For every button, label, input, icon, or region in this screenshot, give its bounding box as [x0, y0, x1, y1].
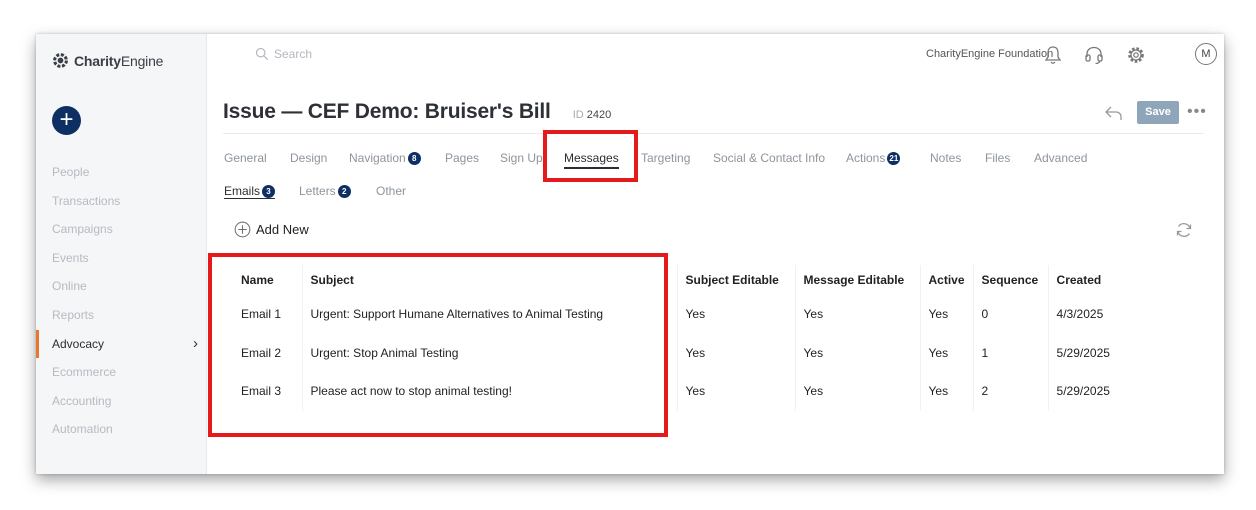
tab-actions[interactable]: Actions 21 — [846, 151, 901, 165]
tab-notes[interactable]: Notes — [930, 151, 961, 165]
created-date: 5/29/2025 — [1056, 345, 1110, 360]
tab-pages[interactable]: Pages — [445, 151, 479, 165]
record-id: ID 2420 — [572, 109, 612, 121]
search-icon — [255, 47, 269, 61]
tab-general[interactable]: General — [224, 151, 267, 165]
tab-files[interactable]: Files — [985, 151, 1010, 165]
divider — [223, 133, 1204, 134]
sidebar-item-reports[interactable]: Reports — [36, 301, 207, 330]
tab-sign-up[interactable]: Sign Up — [500, 151, 543, 165]
tab-advanced[interactable]: Advanced — [1034, 151, 1087, 165]
sequence-value: 0 — [973, 295, 1049, 334]
column-header-message-editable[interactable]: Message Editable — [795, 265, 921, 295]
add-new-label: Add New — [256, 222, 309, 237]
top-bar: Search CharityEngine Foundation M — [207, 34, 1224, 78]
email-name-link[interactable]: Email 1 — [233, 295, 303, 334]
sidebar-item-advocacy[interactable]: Advocacy › — [36, 329, 207, 359]
message-editable-value: Yes — [795, 372, 921, 411]
subtab-letters[interactable]: Letters 2 — [299, 184, 351, 198]
page-header: Issue — CEF Demo: Bruiser's Bill ID 2420 — [223, 100, 611, 124]
active-value: Yes — [920, 333, 974, 372]
org-name[interactable]: CharityEngine Foundation — [926, 48, 1053, 60]
back-arrow-icon[interactable] — [1104, 104, 1124, 122]
gear-logo-icon — [53, 53, 68, 68]
column-header-subject-editable[interactable]: Subject Editable — [677, 265, 796, 295]
column-header-name[interactable]: Name — [233, 265, 303, 295]
active-value: Yes — [920, 372, 974, 411]
column-header-subject[interactable]: Subject — [302, 265, 678, 295]
bell-icon[interactable] — [1042, 44, 1064, 66]
email-subject: Urgent: Support Humane Alternatives to A… — [302, 295, 678, 334]
sidebar-item-people[interactable]: People — [36, 158, 207, 187]
plus-circle-icon — [234, 221, 251, 238]
sidebar-item-label: Advocacy — [52, 336, 105, 351]
tab-targeting[interactable]: Targeting — [641, 151, 690, 165]
column-header-created[interactable]: Created — [1048, 265, 1134, 295]
sidebar-item-events[interactable]: Events — [36, 244, 207, 273]
table-row[interactable]: Email 2 Urgent: Stop Animal Testing Yes … — [233, 333, 1134, 372]
count-badge: 3 — [262, 185, 276, 198]
sidebar-item-transactions[interactable]: Transactions — [36, 187, 207, 216]
headset-icon[interactable] — [1083, 44, 1105, 66]
sidebar-item-online[interactable]: Online — [36, 272, 207, 301]
column-header-active[interactable]: Active — [920, 265, 974, 295]
tab-social-contact-info[interactable]: Social & Contact Info — [713, 151, 825, 165]
tab-design[interactable]: Design — [290, 151, 327, 165]
count-badge: 2 — [337, 185, 351, 198]
app-window: CharityEngine + People Transactions Camp… — [36, 34, 1224, 474]
more-options-icon[interactable]: ••• — [1187, 103, 1207, 121]
table-row[interactable]: Email 3 Please act now to stop animal te… — [233, 372, 1134, 411]
email-name-link[interactable]: Email 2 — [233, 333, 303, 372]
chevron-right-icon: › — [193, 334, 198, 352]
sidebar-item-accounting[interactable]: Accounting — [36, 387, 207, 416]
gear-icon[interactable] — [1125, 44, 1147, 66]
search-box[interactable]: Search — [255, 47, 312, 61]
sequence-value: 1 — [973, 333, 1049, 372]
subtab-other[interactable]: Other — [376, 184, 406, 198]
active-value: Yes — [920, 295, 974, 334]
sidebar-nav: People Transactions Campaigns Events Onl… — [36, 158, 207, 444]
save-button[interactable]: Save — [1137, 101, 1179, 124]
table-row[interactable]: Email 1 Urgent: Support Humane Alternati… — [233, 295, 1134, 334]
logo-text: CharityEngine — [74, 52, 164, 69]
count-badge: 8 — [407, 152, 421, 165]
tab-messages[interactable]: Messages — [564, 151, 619, 169]
subject-editable-value: Yes — [677, 333, 796, 372]
created-date: 4/3/2025 — [1056, 307, 1104, 322]
logo[interactable]: CharityEngine — [51, 51, 163, 70]
column-header-sequence[interactable]: Sequence — [973, 265, 1049, 295]
sidebar-item-campaigns[interactable]: Campaigns — [36, 215, 207, 244]
table-header-row: Name Subject Subject Editable Message Ed… — [233, 265, 1134, 295]
avatar[interactable]: M — [1195, 43, 1217, 65]
sidebar-item-ecommerce[interactable]: Ecommerce — [36, 358, 207, 387]
sidebar-item-automation[interactable]: Automation — [36, 415, 207, 444]
message-editable-value: Yes — [795, 295, 921, 334]
refresh-icon[interactable] — [1174, 220, 1194, 240]
sequence-value: 2 — [973, 372, 1049, 411]
email-subject: Please act now to stop animal testing! — [302, 372, 678, 411]
page-title: Issue — CEF Demo: Bruiser's Bill — [223, 100, 551, 123]
add-new-button[interactable]: Add New — [234, 221, 309, 238]
subtab-emails[interactable]: Emails 3 — [224, 184, 276, 199]
email-subject: Urgent: Stop Animal Testing — [302, 333, 678, 372]
created-date: 5/29/2025 — [1056, 384, 1110, 399]
tab-navigation[interactable]: Navigation 8 — [349, 151, 421, 165]
search-placeholder: Search — [274, 47, 313, 61]
sidebar: CharityEngine + People Transactions Camp… — [36, 34, 207, 474]
create-new-button[interactable]: + — [52, 106, 81, 135]
count-badge: 21 — [887, 152, 901, 165]
subject-editable-value: Yes — [677, 372, 796, 411]
email-name-link[interactable]: Email 3 — [233, 372, 303, 411]
message-editable-value: Yes — [795, 333, 921, 372]
subject-editable-value: Yes — [677, 295, 796, 334]
emails-table: Name Subject Subject Editable Message Ed… — [233, 265, 1134, 411]
